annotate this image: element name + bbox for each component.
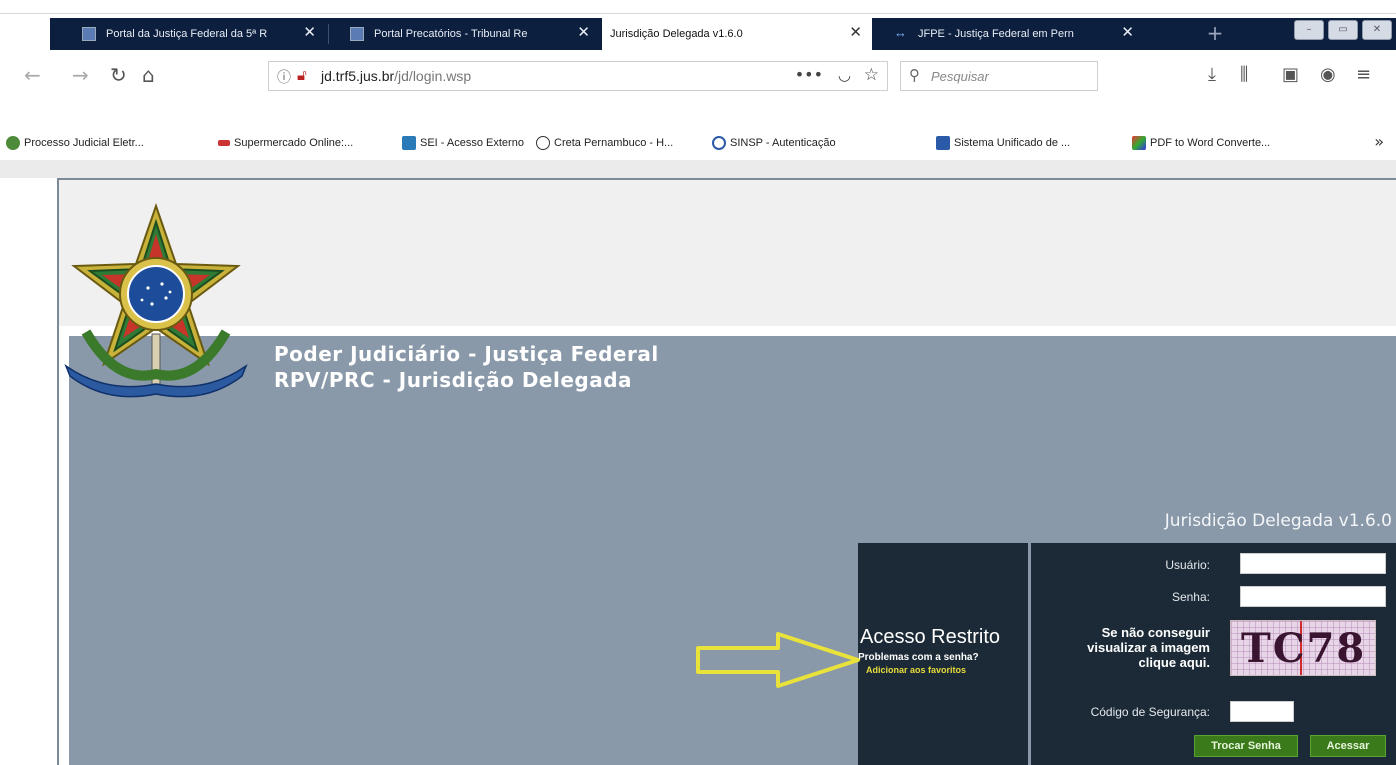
bookmark-favicon-icon (218, 140, 230, 146)
bookmark-label: PDF to Word Converte... (1150, 137, 1271, 149)
page-top-band (0, 160, 1396, 178)
url-text: jd.trf5.jus.br/jd/login.wsp (321, 68, 471, 84)
bookmark-item[interactable]: SINSP - Autenticação (712, 132, 836, 154)
tab-bar: Portal da Justiça Federal da 5ª R ✕ Port… (50, 18, 1396, 50)
reader-view-icon[interactable]: ▣ (1282, 64, 1299, 85)
url-path: /jd/login.wsp (394, 68, 472, 84)
bookmark-label: Processo Judicial Eletr... (24, 137, 144, 149)
extension-icon[interactable]: ◉ (1320, 64, 1336, 85)
bookmark-favicon-icon (6, 136, 20, 150)
change-password-button[interactable]: Trocar Senha (1194, 735, 1298, 757)
bookmark-label: Creta Pernambuco - H... (554, 137, 674, 149)
page-content: Poder Judiciário - Justiça Federal RPV/P… (0, 160, 1396, 765)
search-icon: ⚲ (909, 66, 920, 84)
bookmark-item[interactable]: Sistema Unificado de ... (936, 132, 1070, 154)
tab-jurisdicao-delegada[interactable]: Jurisdição Delegada v1.6.0 ✕ (602, 18, 872, 50)
new-tab-icon[interactable]: + (1200, 18, 1230, 50)
insecure-lock-icon[interactable]: 🔓︎ (297, 66, 307, 84)
menu-icon[interactable]: ≡ (1356, 64, 1371, 85)
info-icon[interactable]: ⓘ (277, 67, 291, 87)
bookmark-item[interactable]: SEI - Acesso Externo (402, 132, 524, 154)
password-input[interactable] (1240, 586, 1386, 607)
tab-label: Jurisdição Delegada v1.6.0 (610, 28, 743, 40)
back-icon[interactable]: ← (24, 64, 41, 86)
tab-portal-justica[interactable]: Portal da Justiça Federal da 5ª R ✕ (62, 18, 326, 50)
security-code-input[interactable] (1230, 701, 1294, 722)
security-code-label: Código de Segurança: (1090, 705, 1210, 719)
page-actions-icon[interactable]: ••• (795, 65, 823, 84)
user-label: Usuário: (1165, 558, 1210, 572)
more-bookmarks-icon[interactable]: » (1374, 132, 1384, 151)
bookmark-label: SINSP - Autenticação (730, 137, 836, 149)
url-host: jd.trf5.jus.br (321, 68, 395, 84)
brazil-coat-of-arms-icon (64, 202, 248, 398)
bookmark-favicon-icon (712, 136, 726, 150)
bookmarks-toolbar: Processo Judicial Eletr... Supermercado … (0, 132, 1396, 154)
password-label: Senha: (1171, 590, 1210, 604)
close-icon[interactable]: ✕ (577, 25, 590, 41)
password-problems-link[interactable]: Problemas com a senha? (858, 652, 979, 663)
search-placeholder: Pesquisar (931, 69, 989, 84)
tab-strip: Portal da Justiça Federal da 5ª R ✕ Port… (0, 0, 1396, 52)
version-label: Jurisdição Delegada v1.6.0 (1164, 511, 1392, 531)
bookmark-favicon-icon (936, 136, 950, 150)
page-title-line1: Poder Judiciário - Justiça Federal (274, 342, 659, 366)
captcha-image: TC78 (1230, 620, 1376, 676)
close-icon[interactable]: ✕ (1121, 25, 1134, 41)
tab-label: Portal da Justiça Federal da 5ª R (106, 28, 268, 40)
search-input[interactable]: ⚲ Pesquisar (900, 61, 1098, 91)
bookmark-item[interactable]: PDF to Word Converte... (1132, 132, 1270, 154)
tab-label: Portal Precatórios - Tribunal Re (374, 28, 528, 40)
bookmark-label: Supermercado Online:... (234, 137, 354, 149)
bookmark-favicon-icon (402, 136, 416, 150)
navigation-bar: ← → ↻ ⌂ ⓘ 🔓︎ jd.trf5.jus.br/jd/login.wsp… (0, 52, 1396, 100)
username-input[interactable] (1240, 553, 1386, 574)
add-favorites-link[interactable]: Adicionar aos favoritos (866, 665, 966, 675)
close-icon[interactable]: ✕ (303, 25, 316, 41)
bookmark-label: Sistema Unificado de ... (954, 137, 1071, 149)
access-button[interactable]: Acessar (1310, 735, 1386, 757)
close-window-icon[interactable]: ✕ (1362, 20, 1392, 40)
site-favicon-icon (350, 27, 364, 41)
captcha-text: TC78 (1241, 625, 1367, 672)
page-title-line2: RPV/PRC - Jurisdição Delegada (274, 368, 633, 392)
pocket-icon[interactable]: ◡ (838, 66, 851, 84)
bookmark-favicon-icon (1132, 136, 1146, 150)
maximize-icon[interactable]: ▭ (1328, 20, 1358, 40)
tab-label: JFPE - Justiça Federal em Pern (918, 28, 1074, 40)
url-bar[interactable]: ⓘ 🔓︎ jd.trf5.jus.br/jd/login.wsp ••• ◡ ☆ (268, 61, 888, 91)
globe-icon (536, 136, 550, 150)
minimize-icon[interactable]: – (1294, 20, 1324, 40)
window-controls: – ▭ ✕ (1294, 20, 1392, 40)
tab-jfpe[interactable]: ↔ JFPE - Justiça Federal em Pern ✕ (874, 18, 1144, 50)
tab-separator (328, 24, 329, 44)
arrow-right-icon (696, 632, 860, 688)
bookmark-item[interactable]: Processo Judicial Eletr... (6, 132, 144, 154)
restricted-access-heading: Acesso Restrito (860, 626, 1001, 648)
title-area (0, 0, 1396, 14)
bookmark-star-icon[interactable]: ☆ (864, 65, 879, 85)
library-icon[interactable]: ⫼ (1240, 64, 1248, 85)
download-icon[interactable]: ⤓ (1208, 64, 1216, 85)
header-band (59, 180, 1396, 326)
bookmark-item[interactable]: Supermercado Online:... (218, 132, 353, 154)
captcha-refresh-link[interactable]: Se não conseguir visualizar a imagem cli… (1050, 625, 1210, 670)
bookmark-label: SEI - Acesso Externo (420, 137, 524, 149)
home-icon[interactable]: ⌂ (142, 64, 155, 86)
browser-window: Portal da Justiça Federal da 5ª R ✕ Port… (0, 0, 1396, 765)
site-favicon-icon (82, 27, 96, 41)
arrow-favicon-icon: ↔ (894, 25, 907, 40)
tab-portal-precatorios[interactable]: Portal Precatórios - Tribunal Re ✕ (330, 18, 600, 50)
bookmark-item[interactable]: Creta Pernambuco - H... (536, 132, 673, 154)
forward-icon[interactable]: → (72, 64, 89, 86)
close-icon[interactable]: ✕ (849, 25, 862, 41)
reload-icon[interactable]: ↻ (110, 64, 127, 86)
